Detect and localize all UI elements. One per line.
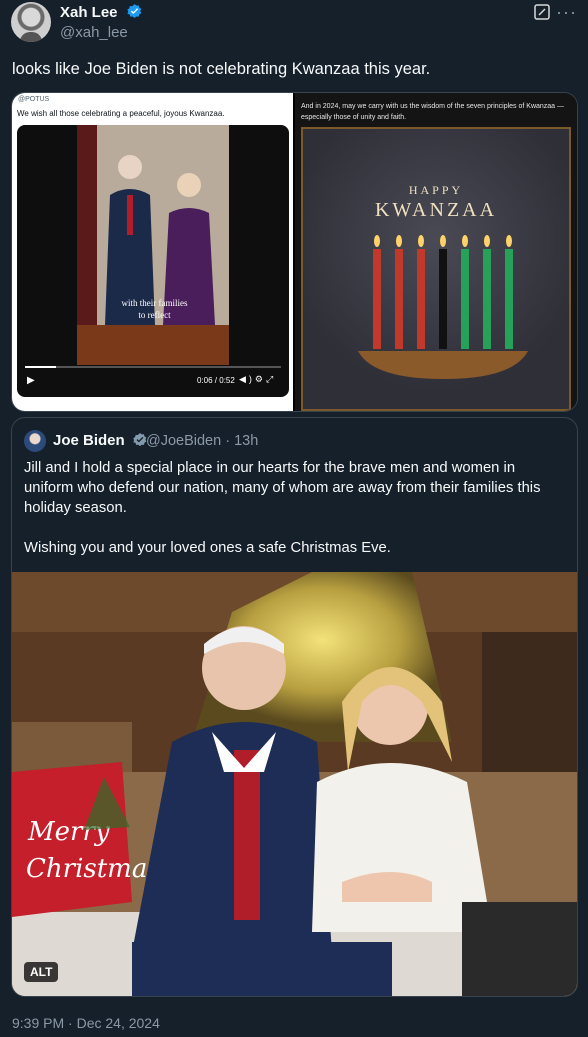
kinara-candle: [395, 249, 403, 349]
kinara-candle: [417, 249, 425, 349]
quoted-text: Jill and I hold a special place in our h…: [24, 458, 564, 578]
kinara-candle: [483, 249, 491, 349]
christmas-photo-scene: Merry Christmas: [12, 572, 577, 996]
quoted-tweet[interactable]: Joe Biden @JoeBiden · 13h Jill and I hol…: [11, 417, 578, 997]
kwanzaa-card: HAPPY KWANZAA: [301, 127, 571, 411]
quoted-author-name[interactable]: Joe Biden: [53, 432, 148, 449]
video-scene-image: [77, 125, 229, 365]
kinara-candle: [373, 249, 381, 349]
more-options-icon[interactable]: ···: [556, 2, 577, 23]
kinara-candle: [505, 249, 513, 349]
media-grid: @POTUS We wish all those celebrating a p…: [11, 92, 578, 412]
candle-flame: [440, 235, 446, 247]
quoted-author-name-text: Joe Biden: [53, 432, 125, 449]
tweet-text: looks like Joe Biden is not celebrating …: [12, 60, 431, 78]
quoted-paragraph-1: Jill and I hold a special place in our h…: [24, 460, 541, 516]
play-icon[interactable]: ▶: [27, 375, 35, 386]
grok-icon[interactable]: [534, 4, 550, 20]
verified-badge-icon: [127, 4, 141, 18]
kwanzaa-video[interactable]: with their families to reflect ▶ 0:06 / …: [17, 125, 289, 397]
video-caption-line2: to reflect: [138, 310, 171, 320]
candle-flame: [484, 235, 490, 247]
fullscreen-icon[interactable]: ⤢: [266, 374, 276, 384]
candle-flame: [506, 235, 512, 247]
alt-badge[interactable]: ALT: [24, 962, 59, 982]
kwanzaa-text: And in 2024, may we carry with us the wi…: [301, 103, 565, 121]
kinara-candles: [358, 235, 528, 379]
kinara-candle: [461, 249, 469, 349]
svg-text:Christmas: Christmas: [26, 854, 161, 884]
quoted-author-avatar[interactable]: [24, 430, 46, 452]
settings-icon[interactable]: ⚙: [255, 374, 266, 384]
video-time: 0:06 / 0:52: [197, 376, 235, 385]
video-controls[interactable]: ◀)⚙⤢: [239, 374, 276, 385]
candle-flame: [396, 235, 402, 247]
author-name[interactable]: Xah Lee: [60, 3, 143, 21]
candle-flame: [374, 235, 380, 247]
kinara-base: [358, 351, 528, 379]
video-caption-line1: with their families: [121, 298, 188, 308]
candle-flame: [418, 235, 424, 247]
video-progress-fill: [25, 366, 56, 368]
volume-icon[interactable]: ◀): [239, 374, 255, 384]
video-caption: with their families to reflect: [97, 297, 212, 321]
author-avatar[interactable]: [11, 2, 51, 42]
potus-account: @POTUS: [18, 96, 50, 103]
potus-screenshot[interactable]: @POTUS We wish all those celebrating a p…: [12, 93, 293, 411]
potus-tweet-text: We wish all those celebrating a peaceful…: [17, 109, 225, 118]
quoted-handle-time[interactable]: @JoeBiden · 13h: [146, 433, 258, 449]
kinara-candle: [439, 249, 447, 349]
video-progress-bar[interactable]: [25, 366, 281, 368]
tweet-timestamp[interactable]: 9:39 PM · Dec 24, 2024: [12, 1015, 160, 1031]
candle-flame: [462, 235, 468, 247]
author-handle[interactable]: @xah_lee: [60, 24, 128, 41]
christmas-photo[interactable]: Merry Christmas ALT: [12, 572, 577, 996]
author-name-text: Xah Lee: [60, 4, 118, 21]
kwanzaa-image[interactable]: And in 2024, may we carry with us the wi…: [295, 93, 577, 411]
quoted-paragraph-2: Wishing you and your loved ones a safe C…: [24, 540, 391, 556]
